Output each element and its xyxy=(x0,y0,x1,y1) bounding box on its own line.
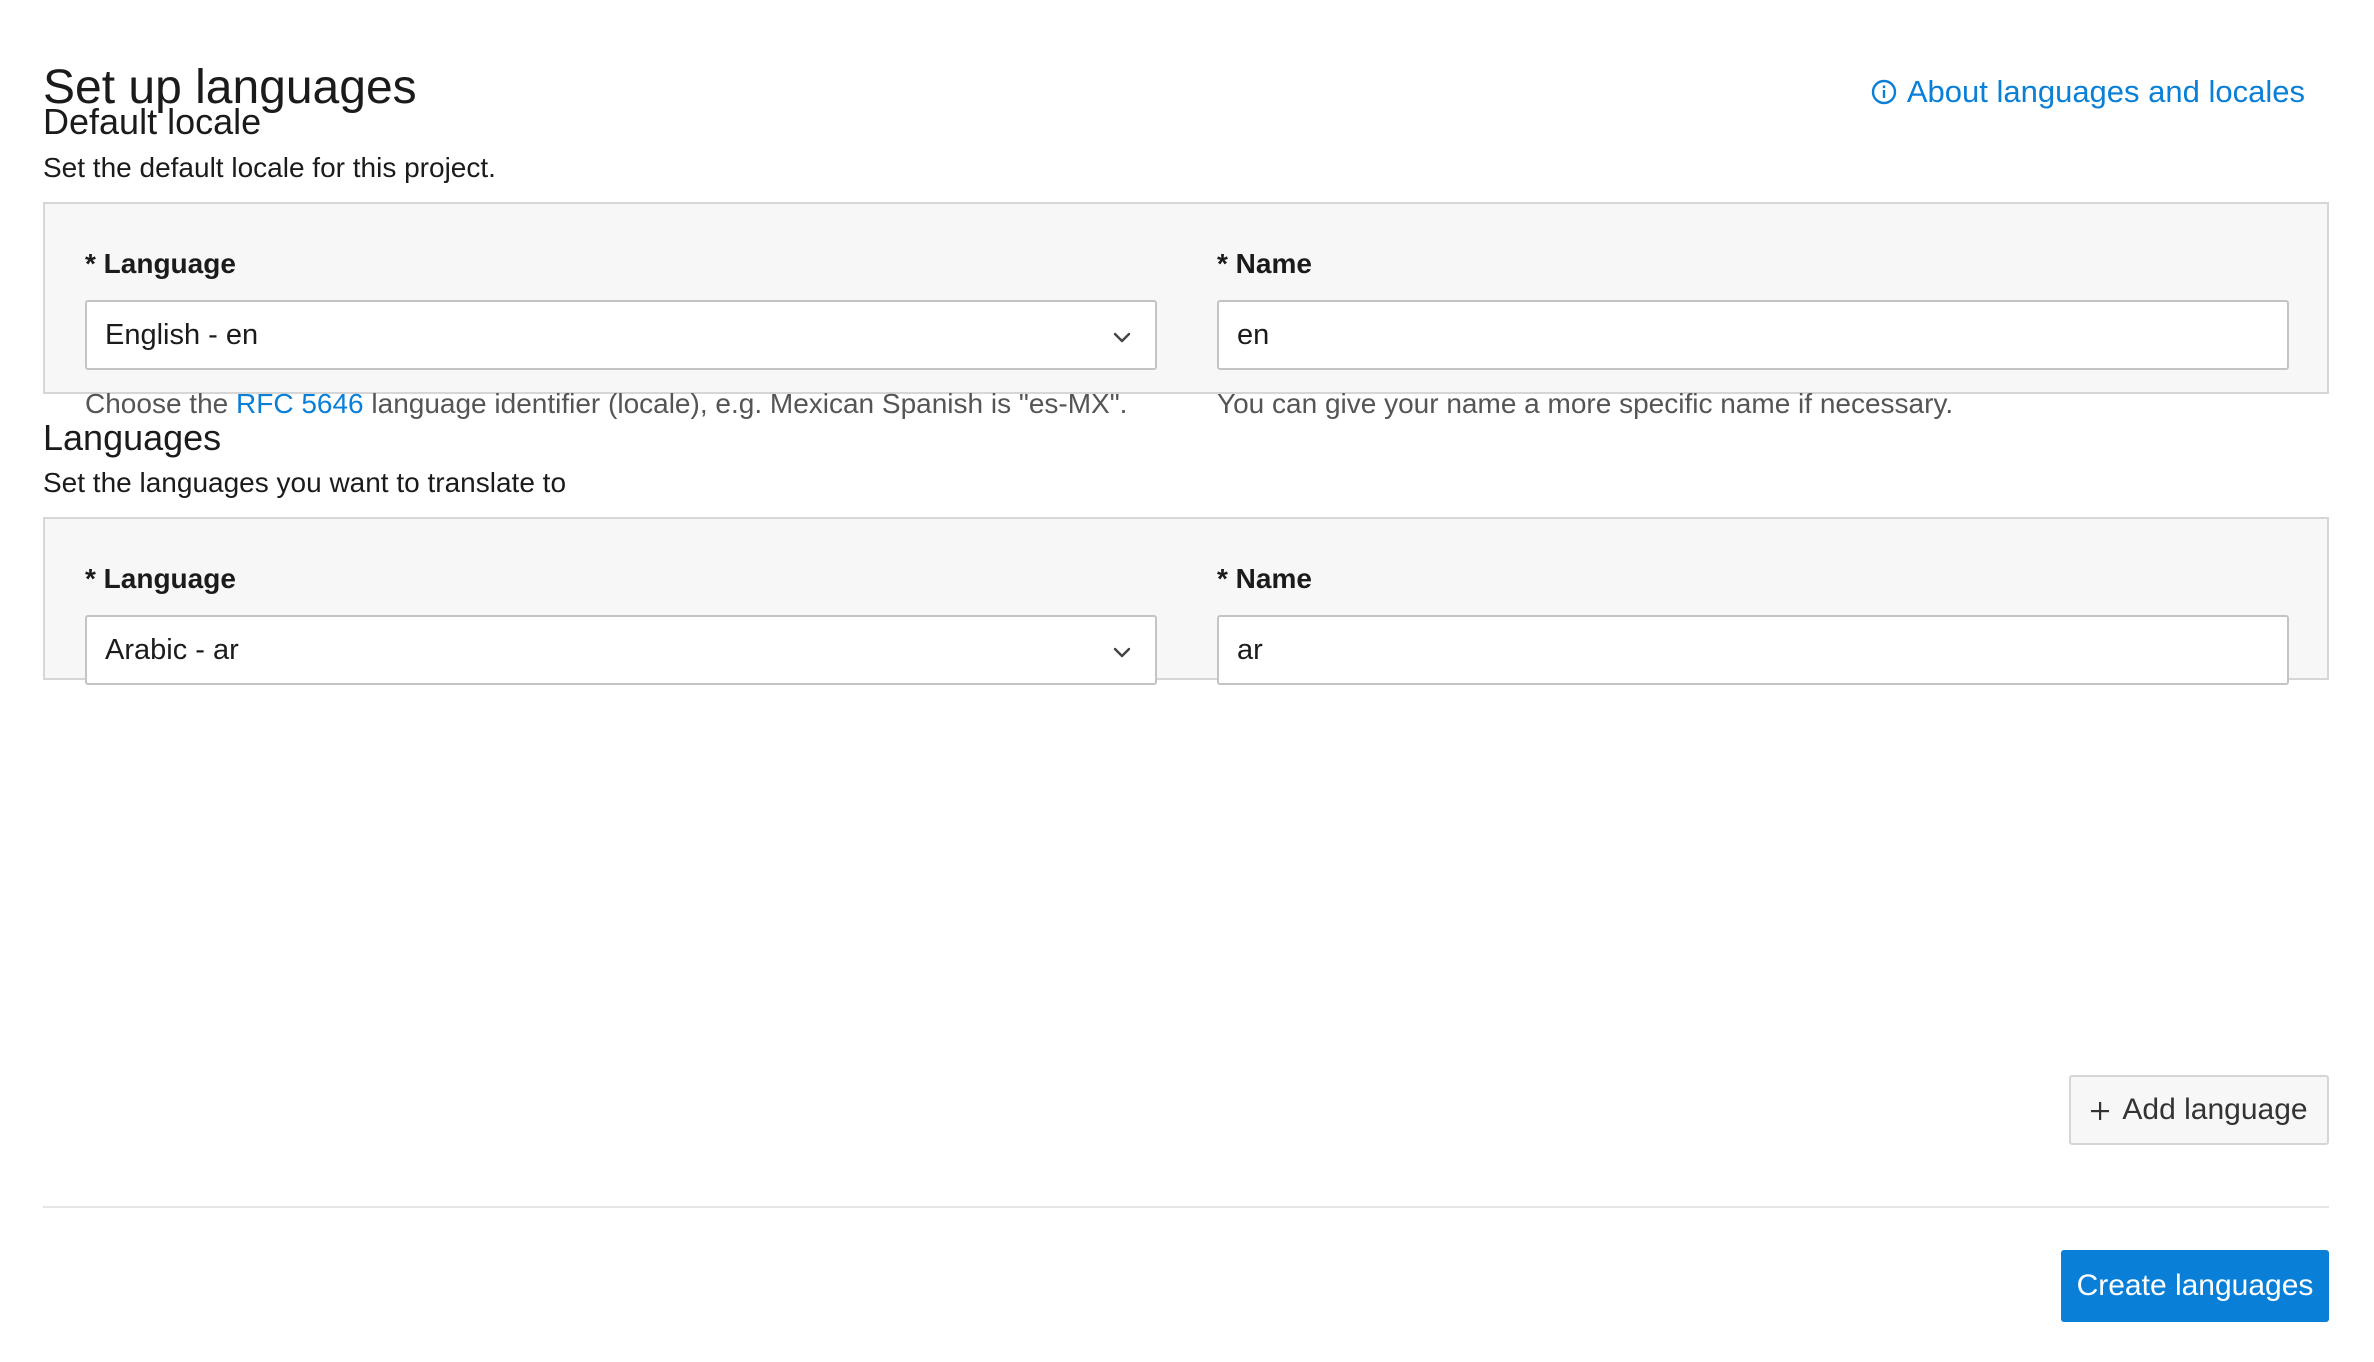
create-languages-button[interactable]: Create languages xyxy=(2061,1250,2329,1322)
chevron-down-icon xyxy=(1113,319,1131,352)
default-language-field: * Language English - en Choose the RFC 5… xyxy=(85,246,1157,422)
default-language-label: * Language xyxy=(85,248,236,279)
languages-title: Languages xyxy=(43,417,222,458)
language-value: Arabic - ar xyxy=(105,633,239,666)
rfc-5646-link[interactable]: RFC 5646 xyxy=(236,388,364,419)
info-circle-icon xyxy=(1871,79,1897,105)
language-name-field: * Name xyxy=(1217,561,2289,685)
language-label: * Language xyxy=(85,563,236,594)
default-locale-title: Default locale xyxy=(43,101,262,142)
add-language-button[interactable]: Add language xyxy=(2069,1075,2329,1145)
default-name-input[interactable] xyxy=(1217,300,2289,370)
default-name-label: * Name xyxy=(1217,248,1312,279)
language-name-label: * Name xyxy=(1217,563,1312,594)
default-locale-panel: * Language English - en Choose the RFC 5… xyxy=(43,202,2329,419)
language-field: * Language Arabic - ar xyxy=(85,561,1157,685)
language-select[interactable]: Arabic - ar xyxy=(85,615,1157,685)
default-name-field: * Name You can give your name a more spe… xyxy=(1217,246,2289,422)
setup-languages-page: Set up languages About languages and loc… xyxy=(43,0,2331,1362)
chevron-down-icon xyxy=(1113,634,1131,667)
default-language-value: English - en xyxy=(105,318,259,351)
default-language-help: Choose the RFC 5646 language identifier … xyxy=(85,388,1128,419)
default-locale-description: Set the default locale for this project. xyxy=(43,152,496,183)
about-languages-link[interactable]: About languages and locales xyxy=(1871,72,2305,112)
default-language-select[interactable]: English - en xyxy=(85,300,1157,370)
default-name-help: You can give your name a more specific n… xyxy=(1217,388,1954,419)
languages-description: Set the languages you want to translate … xyxy=(43,467,567,498)
add-language-label: Add language xyxy=(2122,1093,2308,1126)
language-name-input[interactable] xyxy=(1217,615,2289,685)
language-item-panel: * Language Arabic - ar * Name xyxy=(43,517,2329,685)
footer-divider xyxy=(43,1206,2329,1208)
about-link-label: About languages and locales xyxy=(1906,74,2305,109)
plus-icon xyxy=(2090,1093,2110,1127)
